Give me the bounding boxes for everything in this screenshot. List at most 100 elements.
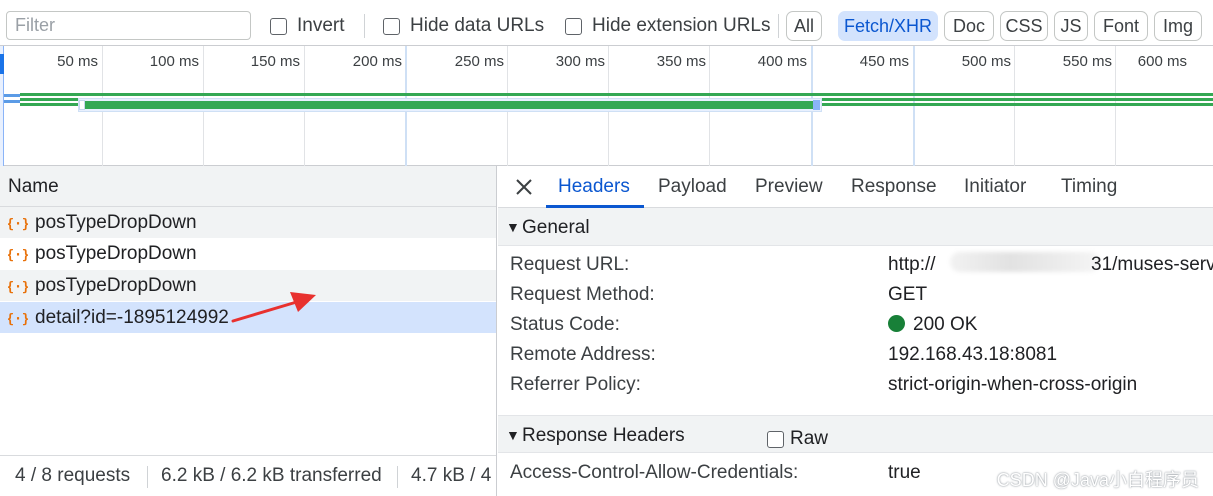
fetch-xhr-icon: {·} — [8, 248, 28, 263]
header-key: Request URL: — [510, 254, 630, 275]
timeline-tick-label: 350 ms — [656, 53, 706, 70]
header-value: true — [888, 462, 921, 483]
filter-pill-font[interactable]: Font — [1094, 11, 1148, 41]
request-method-value: GET — [888, 284, 928, 305]
name-column-header[interactable]: Name — [0, 166, 496, 207]
checkbox-box[interactable] — [767, 430, 784, 448]
hide-data-urls-label: Hide data URLs — [410, 15, 545, 36]
network-status-bar: 4 / 8 requests 6.2 kB / 6.2 kB transferr… — [0, 455, 496, 496]
selected-request-bar — [84, 101, 814, 109]
fetch-xhr-icon: {·} — [8, 312, 28, 327]
status-divider — [147, 466, 148, 488]
timeline-tick-label: 150 ms — [250, 53, 300, 70]
selected-request-start-marker — [79, 100, 85, 110]
request-row[interactable]: {·} posTypeDropDown — [0, 207, 496, 238]
hide-extension-urls-label: Hide extension URLs — [592, 15, 771, 36]
general-section-header[interactable]: ▼ General — [498, 208, 1213, 246]
close-icon[interactable] — [512, 175, 536, 199]
url-prefix: http:// — [888, 254, 936, 275]
timeline-request-bar — [20, 103, 80, 106]
toolbar-divider — [778, 14, 779, 38]
watermark: CSDN @Java小白程序员 — [996, 470, 1199, 490]
invert-label: Invert — [297, 15, 345, 36]
svg-text:{·}: {·} — [8, 248, 28, 263]
details-tab-bar: Headers Payload Preview Response Initiat… — [498, 166, 1213, 208]
request-details-pane: Headers Payload Preview Response Initiat… — [498, 166, 1213, 496]
filter-pill-all[interactable]: All — [786, 11, 822, 41]
hide-extension-urls-checkbox[interactable]: Hide extension URLs — [565, 12, 770, 40]
request-name: detail?id=-1895124992 — [35, 306, 229, 328]
tab-timing[interactable]: Timing — [1061, 176, 1117, 198]
timeline-tick-label: 50 ms — [57, 53, 98, 70]
grid-line — [913, 46, 915, 166]
header-key: Status Code: — [510, 314, 620, 335]
filter-pill-css[interactable]: CSS — [1000, 11, 1048, 41]
response-headers-section-header[interactable]: ▼ Response Headers — [498, 415, 1213, 453]
filter-input[interactable] — [6, 11, 251, 40]
fetch-xhr-icon: {·} — [8, 217, 28, 232]
request-name: posTypeDropDown — [35, 274, 197, 296]
redacted-region — [950, 252, 1100, 272]
overview-left-window[interactable] — [0, 46, 4, 166]
section-title: General — [522, 217, 590, 238]
timeline-tick-label: 300 ms — [555, 53, 605, 70]
header-key: Access-Control-Allow-Credentials: — [510, 462, 799, 483]
header-key: Referrer Policy: — [510, 374, 641, 395]
raw-checkbox[interactable]: Raw — [767, 428, 828, 450]
request-row-selected[interactable]: {·} detail?id=-1895124992 — [0, 302, 496, 333]
remote-address-value: 192.168.43.18:8081 — [888, 344, 1058, 365]
fetch-xhr-icon: {·} — [8, 280, 28, 295]
request-name: posTypeDropDown — [35, 242, 197, 264]
timeline-tick-label: 200 ms — [352, 53, 402, 70]
request-list-pane: Name {·} posTypeDropDown {·} posTypeDrop… — [0, 166, 497, 496]
checkbox-box[interactable] — [565, 17, 582, 35]
referrer-policy-value: strict-origin-when-cross-origin — [888, 374, 1138, 395]
status-divider — [397, 466, 398, 488]
filter-pill-img[interactable]: Img — [1154, 11, 1202, 41]
invert-checkbox[interactable]: Invert — [270, 12, 345, 40]
svg-text:{·}: {·} — [8, 312, 28, 327]
timeline-tick-label: 100 ms — [149, 53, 199, 70]
expand-triangle-icon: ▼ — [506, 219, 520, 235]
request-name: posTypeDropDown — [35, 211, 197, 233]
tab-initiator[interactable]: Initiator — [964, 176, 1026, 198]
request-url-value[interactable]: http:// — [888, 254, 936, 276]
timeline-request-bar — [20, 93, 1213, 96]
filter-pill-js[interactable]: JS — [1054, 11, 1088, 41]
section-title: Response Headers — [522, 425, 685, 446]
transferred-size: 6.2 kB / 6.2 kB transferred — [161, 465, 382, 486]
timeline-request-bar — [4, 100, 20, 103]
filter-pill-doc[interactable]: Doc — [944, 11, 994, 41]
header-key: Request Method: — [510, 284, 655, 305]
network-filter-bar: Invert Hide data URLs Hide extension URL… — [0, 0, 1213, 46]
tab-response[interactable]: Response — [851, 176, 937, 198]
timeline-tick-label: 500 ms — [961, 53, 1011, 70]
request-row[interactable]: {·} posTypeDropDown — [0, 238, 496, 269]
network-overview-timeline[interactable]: 50 ms 100 ms 150 ms 200 ms 250 ms 300 ms… — [0, 46, 1213, 166]
status-code-value: 200 OK — [888, 314, 977, 336]
timeline-tick-label: 450 ms — [859, 53, 909, 70]
checkbox-box[interactable] — [383, 17, 400, 35]
tab-headers[interactable]: Headers — [558, 176, 630, 198]
timeline-tick-label: 400 ms — [757, 53, 807, 70]
raw-label: Raw — [790, 428, 829, 449]
timeline-tick-label: 600 ms — [1137, 53, 1187, 70]
header-key: Remote Address: — [510, 344, 656, 365]
grid-line — [1014, 46, 1015, 166]
checkbox-box[interactable] — [270, 17, 287, 35]
tab-payload[interactable]: Payload — [658, 176, 727, 198]
expand-triangle-icon: ▼ — [506, 427, 520, 443]
tab-preview[interactable]: Preview — [755, 176, 823, 198]
overview-window-handle[interactable] — [0, 54, 4, 74]
svg-text:{·}: {·} — [8, 280, 28, 295]
request-row[interactable]: {·} posTypeDropDown — [0, 270, 496, 301]
svg-text:{·}: {·} — [8, 217, 28, 232]
resource-size: 4.7 kB / 4 — [411, 465, 492, 486]
request-url-suffix: 31/muses-serv — [1091, 254, 1213, 275]
timeline-request-bar — [4, 94, 20, 97]
status-ok-dot-icon — [888, 315, 905, 332]
timeline-tick-label: 250 ms — [454, 53, 504, 70]
hide-data-urls-checkbox[interactable]: Hide data URLs — [383, 12, 544, 40]
toolbar-divider — [364, 14, 365, 38]
filter-pill-fetch-xhr[interactable]: Fetch/XHR — [838, 11, 938, 41]
